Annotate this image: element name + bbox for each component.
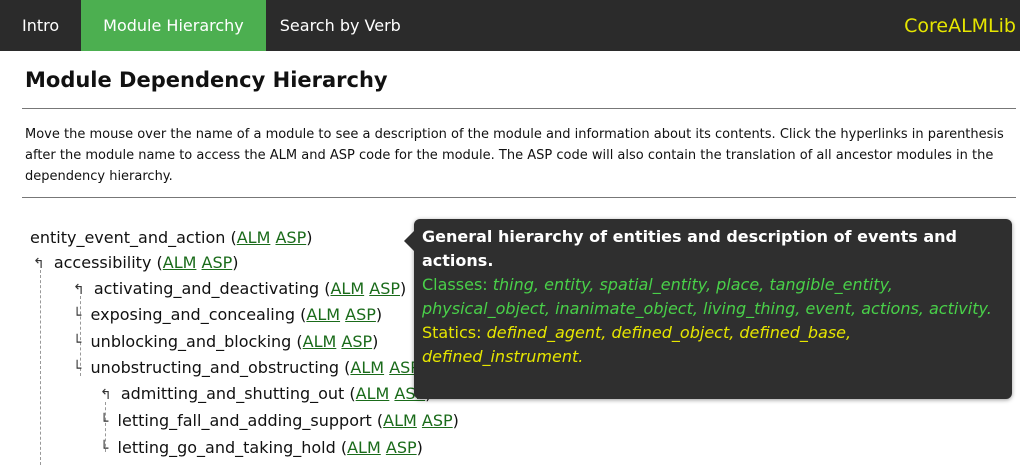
intro-paragraph: Move the mouse over the name of a module… [25,127,1004,184]
tree-node: └ unobstructing_and_obstructing (ALM ASP… [73,358,426,377]
branch-arrow-icon: ↰ [73,282,85,298]
divider [22,197,1016,198]
alm-link[interactable]: ALM [306,305,340,324]
tooltip-classes-label: Classes: [422,275,488,294]
tooltip-classes-list: thing, entity, spatial_entity, place, ta… [422,275,992,318]
tree-guide-line [40,270,41,465]
branch-arrow-icon: ↰ [33,256,45,272]
alm-link[interactable]: ALM [356,384,390,403]
main-content: Module Dependency Hierarchy Move the mou… [22,51,1016,198]
module-name[interactable]: unobstructing_and_obstructing [91,358,340,377]
tab-intro[interactable]: Intro [0,0,81,51]
tooltip-statics-label: Statics: [422,323,482,342]
module-name[interactable]: letting_fall_and_adding_support [118,411,372,430]
tab-module-hierarchy[interactable]: Module Hierarchy [81,0,266,51]
asp-link[interactable]: ASP [386,438,417,457]
alm-link[interactable]: ALM [303,332,337,351]
asp-link[interactable]: ASP [275,228,306,247]
page-title: Module Dependency Hierarchy [25,68,388,92]
divider [22,108,1016,109]
branch-corner-icon: └ [73,335,82,351]
asp-link[interactable]: ASP [422,411,453,430]
module-name[interactable]: admitting_and_shutting_out [121,384,345,403]
tree-node: ↰ admitting_and_shutting_out (ALM ASP) [100,384,431,403]
branch-corner-icon: └ [100,414,109,430]
module-name[interactable]: letting_go_and_taking_hold [118,438,336,457]
tree-node: └ unblocking_and_blocking (ALM ASP) [73,332,379,351]
asp-link[interactable]: ASP [202,253,233,272]
alm-link[interactable]: ALM [330,279,364,298]
alm-link[interactable]: ALM [163,253,197,272]
module-name[interactable]: activating_and_deactivating [94,279,319,298]
branch-corner-icon: └ [73,361,82,377]
alm-link[interactable]: ALM [347,438,381,457]
tooltip-statics: Statics: defined_agent, defined_object, … [422,321,1004,369]
branch-arrow-icon: ↰ [100,387,112,403]
brand-logo-text: CoreALMLib [904,14,1016,37]
tooltip-statics-list: defined_agent, defined_object, defined_b… [422,323,852,366]
branch-corner-icon: └ [73,308,82,324]
alm-link[interactable]: ALM [350,358,384,377]
tree-node: entity_event_and_action (ALM ASP) [30,228,313,247]
module-description-tooltip: General hierarchy of entities and descri… [404,219,1012,399]
branch-corner-icon: └ [100,441,109,457]
module-name[interactable]: unblocking_and_blocking [91,332,292,351]
tooltip-classes: Classes: thing, entity, spatial_entity, … [422,273,1004,321]
asp-link[interactable]: ASP [341,332,372,351]
module-name[interactable]: exposing_and_concealing [91,305,296,324]
tree-node: └ letting_go_and_taking_hold (ALM ASP) [100,438,423,457]
tab-search-by-verb[interactable]: Search by Verb [266,0,415,51]
tree-node: └ exposing_and_concealing (ALM ASP) [73,305,383,324]
asp-link[interactable]: ASP [345,305,376,324]
alm-link[interactable]: ALM [383,411,417,430]
tooltip-title: General hierarchy of entities and descri… [422,227,957,270]
module-name[interactable]: accessibility [54,253,152,272]
top-nav-bar: Intro Module Hierarchy Search by Verb Co… [0,0,1020,51]
tree-node: ↰ activating_and_deactivating (ALM ASP) [73,279,407,298]
tree-node: └ letting_fall_and_adding_support (ALM A… [100,411,459,430]
module-name[interactable]: entity_event_and_action [30,228,225,247]
alm-link[interactable]: ALM [237,228,271,247]
asp-link[interactable]: ASP [369,279,400,298]
tree-node: ↰ accessibility (ALM ASP) [33,253,239,272]
